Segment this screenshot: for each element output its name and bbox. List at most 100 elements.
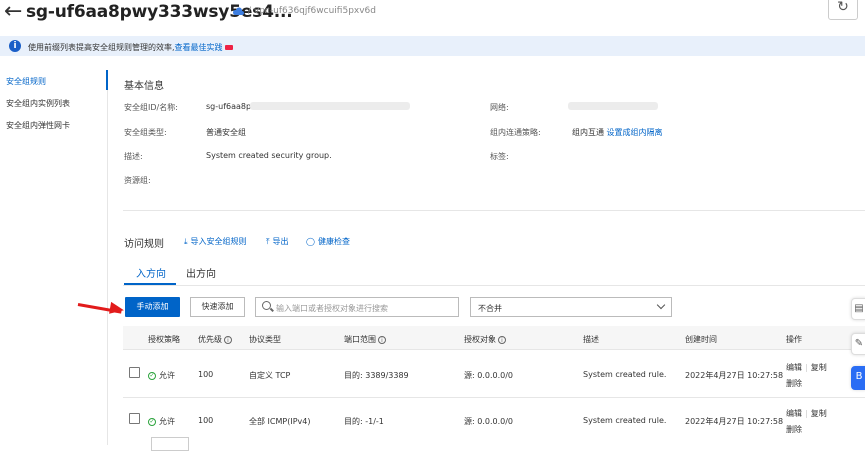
nav-divider xyxy=(107,70,108,445)
health-check-link[interactable]: ◯ 健康检查 xyxy=(306,236,350,247)
row-desc: System created rule. xyxy=(583,370,667,379)
edit-link[interactable]: 编辑 xyxy=(786,363,802,372)
check-circle-icon: ✓ xyxy=(148,417,156,426)
check-circle-icon: ✓ xyxy=(148,371,156,380)
sidebar-active-indicator xyxy=(106,70,108,90)
policy-value-text: 组内互通 xyxy=(572,128,604,137)
row-policy-text: 允许 xyxy=(159,371,175,380)
edit-link[interactable]: 编辑 xyxy=(786,409,802,418)
type-value: 普通安全组 xyxy=(206,128,246,137)
row-policy: ✓ 允许 xyxy=(148,370,175,381)
row-priority: 100 xyxy=(198,370,214,379)
search-placeholder: 输入端口或者授权对象进行搜索 xyxy=(276,304,388,313)
tab-inbound[interactable]: 入方向 xyxy=(136,265,166,280)
help-icon[interactable]: i xyxy=(378,335,386,344)
action-separator: | xyxy=(805,409,808,418)
col-priority: 优先级 i xyxy=(198,334,232,345)
pagination-select[interactable] xyxy=(151,437,189,451)
row-actions: 编辑 | 复制 xyxy=(786,362,827,373)
quick-add-button[interactable]: 快速添加 xyxy=(190,297,245,317)
manual-add-button[interactable]: 手动添加 xyxy=(125,297,180,317)
banner-text: 使用前缀列表提高安全组规则管理的效率,查看最佳实践 xyxy=(28,42,233,53)
id-label: 安全组ID/名称: xyxy=(124,103,178,112)
active-tab-indicator xyxy=(124,283,176,285)
import-rules-label: 导入安全组规则 xyxy=(190,237,247,246)
type-label: 安全组类型: xyxy=(124,128,167,137)
row-policy-text: 允许 xyxy=(159,417,175,426)
row-divider xyxy=(123,397,865,398)
floating-tool-button[interactable]: ▤ xyxy=(851,298,865,320)
row-desc: System created rule. xyxy=(583,416,667,425)
id-value: sg-uf6aa8p xyxy=(206,102,252,111)
copy-link[interactable]: 复制 xyxy=(811,363,827,372)
col-source: 授权对象 i xyxy=(464,334,506,345)
col-actions: 操作 xyxy=(786,335,802,344)
sidebar-item-rules[interactable]: 安全组规则 xyxy=(6,76,46,87)
vpc-breadcrumb[interactable]: / vpc-uf636qjf6wcuifi5pxv6d xyxy=(248,6,376,16)
row-protocol: 全部 ICMP(IPv4) xyxy=(249,417,311,426)
help-icon[interactable]: i xyxy=(498,335,506,344)
refresh-button[interactable]: ↻ xyxy=(828,0,858,20)
sidebar-item-eni[interactable]: 安全组内弹性网卡 xyxy=(6,120,70,131)
col-time: 创建时间 xyxy=(685,335,717,344)
row-source: 源: 0.0.0.0/0 xyxy=(464,371,514,380)
row-checkbox[interactable] xyxy=(129,413,140,424)
search-icon xyxy=(262,301,271,310)
basic-info-title: 基本信息 xyxy=(124,81,164,92)
cloud-icon xyxy=(232,7,244,15)
delete-link[interactable]: 删除 xyxy=(786,424,802,435)
row-priority: 100 xyxy=(198,416,214,425)
row-port: 目的: -1/-1 xyxy=(344,417,384,426)
delete-link[interactable]: 删除 xyxy=(786,378,802,389)
col-protocol: 协议类型 xyxy=(249,335,281,344)
row-policy: ✓ 允许 xyxy=(148,416,175,427)
export-label: 导出 xyxy=(272,237,289,246)
col-priority-label: 优先级 xyxy=(198,335,222,344)
banner-message: 使用前缀列表提高安全组规则管理的效率, xyxy=(28,43,175,52)
policy-label: 组内连通策略: xyxy=(490,128,541,137)
copy-link[interactable]: 复制 xyxy=(811,409,827,418)
row-checkbox[interactable] xyxy=(129,367,140,378)
help-icon[interactable]: i xyxy=(224,335,232,344)
floating-tool-button[interactable]: ✎ xyxy=(851,333,865,355)
set-isolation-link[interactable]: 设置成组内隔离 xyxy=(607,128,663,137)
policy-value: 组内互通 设置成组内隔离 xyxy=(572,127,663,138)
row-protocol: 自定义 TCP xyxy=(249,371,291,380)
row-source: 源: 0.0.0.0/0 xyxy=(464,417,514,426)
tab-outbound[interactable]: 出方向 xyxy=(186,265,216,280)
help-bubble-icon: B xyxy=(855,371,863,382)
sidebar-item-instances[interactable]: 安全组内实例列表 xyxy=(6,98,70,109)
info-icon: i xyxy=(9,40,21,52)
col-source-label: 授权对象 xyxy=(464,335,496,344)
row-actions: 编辑 | 复制 xyxy=(786,408,827,419)
chat-icon: ▤ xyxy=(854,303,864,314)
action-separator: | xyxy=(805,363,808,372)
merge-select-value: 不合并 xyxy=(478,304,502,313)
row-time: 2022年4月27日 10:27:58 xyxy=(685,371,784,380)
access-rules-title: 访问规则 xyxy=(124,239,164,250)
row-time: 2022年4月27日 10:27:58 xyxy=(685,417,784,426)
best-practice-link[interactable]: 查看最佳实践 xyxy=(175,43,223,52)
col-desc: 描述 xyxy=(583,335,599,344)
network-label: 网络: xyxy=(490,103,509,112)
col-port: 端口范围 i xyxy=(344,334,386,345)
col-policy: 授权策略 xyxy=(148,335,180,344)
import-rules-link[interactable]: ⤓ 导入安全组规则 xyxy=(184,236,247,247)
redacted-id xyxy=(250,102,410,110)
tabs-divider xyxy=(123,285,865,286)
tag-label: 标签: xyxy=(490,152,509,161)
resource-group-label: 资源组: xyxy=(124,176,151,185)
new-badge-icon xyxy=(224,45,233,50)
export-link[interactable]: ⤒ 导出 xyxy=(266,236,289,247)
back-arrow-icon[interactable]: ← xyxy=(4,0,22,25)
edit-icon: ✎ xyxy=(854,338,864,349)
floating-help-button[interactable]: B xyxy=(851,366,865,390)
health-check-icon: ◯ xyxy=(306,237,315,246)
desc-value: System created security group. xyxy=(206,151,332,160)
export-icon: ⤒ xyxy=(266,237,270,246)
section-divider xyxy=(123,210,865,211)
refresh-icon: ↻ xyxy=(837,0,849,15)
desc-label: 描述: xyxy=(124,152,143,161)
redacted-network xyxy=(568,102,658,110)
row-port: 目的: 3389/3389 xyxy=(344,371,409,380)
